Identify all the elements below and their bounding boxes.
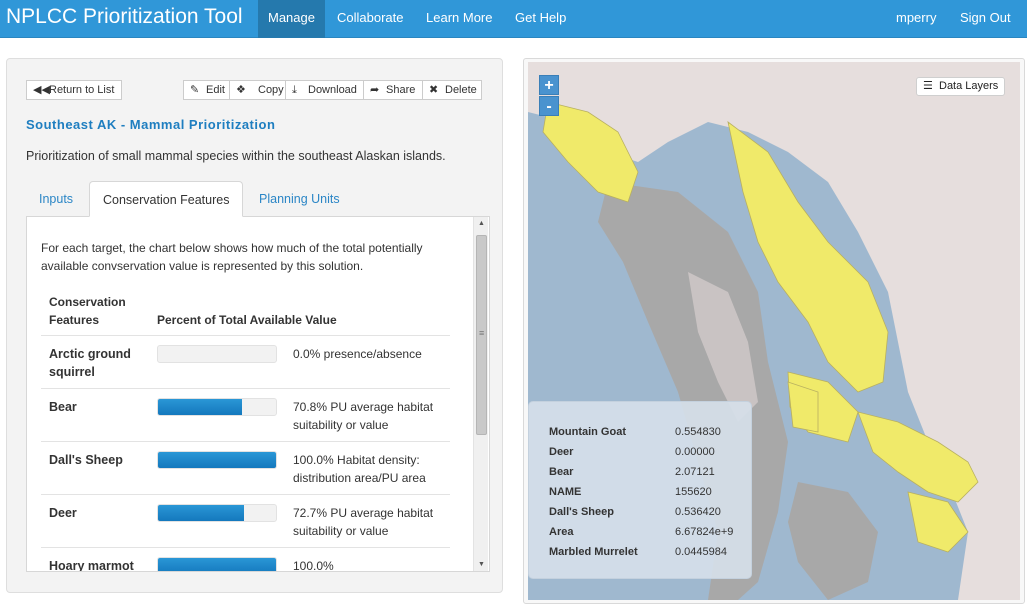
feature-name: Deer	[49, 506, 77, 520]
attribute-value: 0.536420	[675, 506, 721, 518]
share-label: Share	[386, 84, 416, 96]
edit-label: Edit	[206, 84, 225, 96]
attribute-popup: Mountain Goat 0.554830 Deer 0.00000 Bear…	[528, 401, 752, 579]
feature-bar	[157, 345, 277, 363]
attribute-key: Deer	[549, 446, 574, 458]
data-layers-label: Data Layers	[939, 80, 999, 92]
feature-value: 72.7% PU average habitat suitability or …	[293, 506, 434, 538]
zoom-in-button[interactable]: +	[539, 75, 559, 95]
column-header-value: Percent of Total Available Value	[157, 313, 337, 327]
feature-name: Dall's Sheep	[49, 453, 123, 467]
edit-icon: ✎	[190, 84, 200, 96]
return-to-list-label: Return to List	[49, 84, 115, 96]
download-label: Download	[308, 84, 357, 96]
download-icon: ⤓	[292, 84, 297, 96]
feature-name: Arctic ground squirrel	[49, 347, 131, 379]
feature-bar-fill	[158, 399, 242, 415]
attribute-key: Dall's Sheep	[549, 506, 614, 518]
feature-value: 100.0% Habitat density: distribution are…	[293, 453, 426, 485]
feature-value: 100.0%	[293, 559, 334, 572]
attribute-key: Mountain Goat	[549, 426, 626, 438]
scroll-up-arrow-icon[interactable]: ▲	[474, 217, 489, 231]
attribute-value: 0.554830	[675, 426, 721, 438]
feature-bar-fill	[158, 452, 276, 468]
top-navbar: NPLCC Prioritization Tool Manage Collabo…	[0, 0, 1027, 38]
attribute-value: 0.0445984	[675, 546, 727, 558]
feature-name: Hoary marmot	[49, 559, 134, 572]
tags-icon: ❖	[236, 84, 246, 96]
feature-bar-fill	[158, 558, 276, 571]
scenario-panel: ◀◀ Return to List ✎ Edit ❖ Copy ⤓ Downlo…	[6, 58, 503, 593]
scroll-down-arrow-icon[interactable]: ▼	[474, 558, 489, 571]
feature-value: 0.0% presence/absence	[293, 347, 422, 361]
feature-bar	[157, 451, 277, 469]
scenario-description: Prioritization of small mammal species w…	[26, 149, 446, 163]
zoom-out-button[interactable]: -	[539, 96, 559, 116]
tab-conservation-features[interactable]: Conservation Features	[89, 181, 244, 217]
feature-value: 70.8% PU average habitat suitability or …	[293, 400, 434, 432]
close-icon: ✖	[429, 84, 439, 96]
row-divider	[41, 441, 450, 442]
tab-inputs[interactable]: Inputs	[26, 181, 86, 217]
download-button[interactable]: ⤓ Download	[285, 80, 364, 100]
delete-button[interactable]: ✖ Delete	[422, 80, 482, 100]
delete-label: Delete	[445, 84, 477, 96]
nav-user[interactable]: mperry	[886, 0, 946, 38]
nav-collaborate[interactable]: Collaborate	[327, 0, 414, 38]
attribute-key: Area	[549, 526, 574, 538]
attribute-value: 0.00000	[675, 446, 715, 458]
list-icon: ☰	[923, 80, 933, 92]
attribute-value: 6.67824e+9	[675, 526, 734, 538]
scroll-thumb[interactable]: ≡	[476, 235, 487, 435]
nav-manage[interactable]: Manage	[258, 0, 325, 38]
feature-bar	[157, 557, 277, 571]
row-divider	[41, 547, 450, 548]
nav-learn-more[interactable]: Learn More	[416, 0, 502, 38]
feature-name: Bear	[49, 400, 77, 414]
attribute-key: Bear	[549, 466, 574, 478]
attribute-value: 155620	[675, 486, 712, 498]
nav-get-help[interactable]: Get Help	[505, 0, 576, 38]
row-divider	[41, 494, 450, 495]
app-brand[interactable]: NPLCC Prioritization Tool	[6, 5, 243, 29]
feature-bar	[157, 504, 277, 522]
data-layers-button[interactable]: ☰ Data Layers	[916, 77, 1005, 96]
edit-button[interactable]: ✎ Edit	[183, 80, 230, 100]
features-content: For each target, the chart below shows h…	[26, 217, 490, 572]
scenario-title: Southeast AK - Mammal Prioritization	[26, 117, 276, 132]
row-divider	[41, 335, 450, 336]
double-left-arrow-icon: ◀◀	[33, 84, 50, 96]
attribute-value: 2.07121	[675, 466, 715, 478]
copy-label: Copy	[258, 84, 284, 96]
column-header-feature: Conservation Features	[49, 295, 126, 327]
feature-bar-fill	[158, 505, 244, 521]
row-divider	[41, 388, 450, 389]
return-to-list-button[interactable]: ◀◀ Return to List	[26, 80, 122, 100]
nav-sign-out[interactable]: Sign Out	[950, 0, 1021, 38]
copy-button[interactable]: ❖ Copy	[229, 80, 286, 100]
features-intro: For each target, the chart below shows h…	[41, 241, 423, 273]
share-icon: ➦	[370, 84, 380, 96]
share-button[interactable]: ➦ Share	[363, 80, 423, 100]
attribute-key: Marbled Murrelet	[549, 546, 638, 558]
feature-bar	[157, 398, 277, 416]
grip-icon: ≡	[479, 328, 485, 338]
tab-planning-units[interactable]: Planning Units	[246, 181, 353, 217]
content-scrollbar[interactable]: ▲ ≡ ▼	[473, 217, 489, 571]
attribute-key: NAME	[549, 486, 582, 498]
